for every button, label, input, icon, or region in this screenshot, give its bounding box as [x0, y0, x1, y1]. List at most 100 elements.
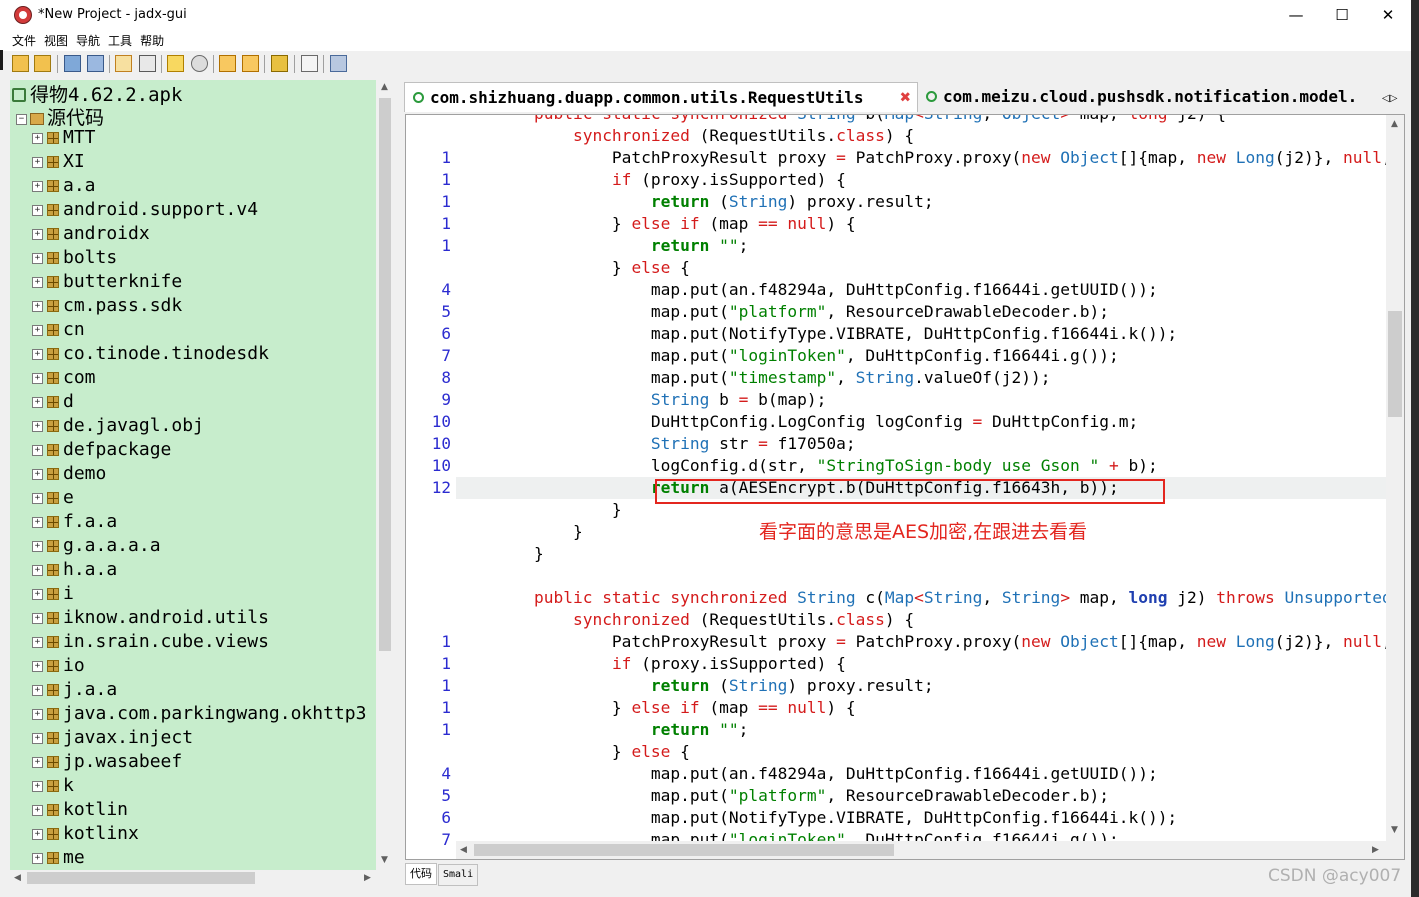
- log-viewer-icon[interactable]: [301, 55, 318, 72]
- tree-vscroll-thumb[interactable]: [379, 98, 391, 651]
- close-window-button[interactable]: ✕: [1365, 0, 1411, 30]
- tree-package-item[interactable]: + android.support.v4: [32, 198, 258, 222]
- scroll-up-icon[interactable]: ▲: [1391, 119, 1398, 129]
- expand-icon[interactable]: +: [32, 685, 43, 696]
- minimize-button[interactable]: —: [1273, 0, 1319, 30]
- collapse-icon[interactable]: −: [16, 114, 27, 125]
- menu-view[interactable]: 视图: [40, 31, 72, 52]
- scroll-down-icon[interactable]: ▼: [1391, 825, 1398, 835]
- save-all-icon[interactable]: [64, 55, 81, 72]
- tree-package-item[interactable]: + XI: [32, 150, 85, 174]
- tree-package-item[interactable]: + h.a.a: [32, 558, 117, 582]
- tab-request-utils[interactable]: com.shizhuang.duapp.common.utils.Request…: [404, 82, 918, 112]
- expand-icon[interactable]: +: [32, 301, 43, 312]
- close-tab-icon[interactable]: ✖: [900, 83, 911, 113]
- expand-icon[interactable]: +: [32, 349, 43, 360]
- search-class-icon[interactable]: [191, 55, 208, 72]
- tree-package-item[interactable]: + me: [32, 846, 85, 870]
- tree-package-item[interactable]: + iknow.android.utils: [32, 606, 269, 630]
- preferences-icon[interactable]: [330, 55, 347, 72]
- expand-icon[interactable]: +: [32, 157, 43, 168]
- tree-package-item[interactable]: + com: [32, 366, 96, 390]
- tab-meizu-notification-model[interactable]: com.meizu.cloud.pushsdk.notification.mod…: [920, 82, 1378, 112]
- scroll-right-icon[interactable]: ▶: [1372, 845, 1379, 855]
- tree-package-item[interactable]: + cm.pass.sdk: [32, 294, 182, 318]
- tree-package-item[interactable]: + kotlin: [32, 798, 128, 822]
- expand-icon[interactable]: +: [32, 661, 43, 672]
- tree-package-item[interactable]: + f.a.a: [32, 510, 117, 534]
- expand-icon[interactable]: +: [32, 421, 43, 432]
- tree-package-item[interactable]: + cn: [32, 318, 85, 342]
- tree-package-item[interactable]: + a.a: [32, 174, 96, 198]
- expand-icon[interactable]: +: [32, 781, 43, 792]
- tab-smali[interactable]: Smali: [438, 864, 479, 886]
- expand-icon[interactable]: +: [32, 757, 43, 768]
- code-vertical-scrollbar[interactable]: ▲ ▼: [1386, 115, 1404, 841]
- expand-icon[interactable]: +: [32, 829, 43, 840]
- flatten-packages-icon[interactable]: [139, 55, 156, 72]
- expand-icon[interactable]: +: [32, 253, 43, 264]
- tree-node-source-code[interactable]: − 源代码: [16, 103, 104, 129]
- expand-icon[interactable]: +: [32, 445, 43, 456]
- expand-icon[interactable]: +: [32, 205, 43, 216]
- expand-icon[interactable]: +: [32, 589, 43, 600]
- maximize-button[interactable]: ☐: [1319, 0, 1365, 30]
- expand-icon[interactable]: +: [32, 853, 43, 864]
- tree-package-item[interactable]: + androidx: [32, 222, 150, 246]
- tree-package-item[interactable]: + MTT: [32, 126, 96, 150]
- expand-icon[interactable]: +: [32, 613, 43, 624]
- tree-package-item[interactable]: + i: [32, 582, 74, 606]
- code-hscroll-thumb[interactable]: [474, 844, 894, 856]
- project-tree[interactable]: 得物4.62.2.apk − 源代码 + MTT + XI + a.a + android.su…: [10, 80, 376, 870]
- scroll-left-icon[interactable]: ◀: [14, 873, 21, 883]
- expand-icon[interactable]: +: [32, 805, 43, 816]
- tab-scroll-arrows-icon[interactable]: ◁▷: [1382, 93, 1397, 104]
- expand-icon[interactable]: +: [32, 733, 43, 744]
- expand-icon[interactable]: +: [32, 325, 43, 336]
- expand-icon[interactable]: +: [32, 373, 43, 384]
- expand-icon[interactable]: +: [32, 517, 43, 528]
- tree-package-item[interactable]: + bolts: [32, 246, 117, 270]
- expand-icon[interactable]: +: [32, 493, 43, 504]
- code-horizontal-scrollbar[interactable]: ◀ ▶: [456, 841, 1386, 859]
- tree-package-item[interactable]: + io: [32, 654, 85, 678]
- tree-package-item[interactable]: + demo: [32, 462, 106, 486]
- tree-package-item[interactable]: + javax.inject: [32, 726, 193, 750]
- scroll-up-icon[interactable]: ▲: [381, 82, 388, 92]
- open-file-icon[interactable]: [12, 55, 29, 72]
- scroll-left-icon[interactable]: ◀: [460, 845, 467, 855]
- search-text-icon[interactable]: [167, 55, 184, 72]
- menu-tools[interactable]: 工具: [104, 31, 136, 52]
- expand-icon[interactable]: +: [32, 181, 43, 192]
- expand-icon[interactable]: +: [32, 709, 43, 720]
- tree-package-item[interactable]: + g.a.a.a.a: [32, 534, 161, 558]
- sync-tree-icon[interactable]: [115, 55, 132, 72]
- tree-package-item[interactable]: + k: [32, 774, 74, 798]
- menu-file[interactable]: 文件: [8, 31, 40, 52]
- expand-icon[interactable]: +: [32, 637, 43, 648]
- tree-vertical-scrollbar[interactable]: ▲ ▼: [377, 80, 393, 870]
- tree-package-item[interactable]: + java.com.parkingwang.okhttp3: [32, 702, 366, 726]
- tree-package-item[interactable]: + de.javagl.obj: [32, 414, 204, 438]
- deobfuscation-icon[interactable]: [271, 55, 288, 72]
- tree-package-item[interactable]: + jp.wasabeef: [32, 750, 182, 774]
- expand-icon[interactable]: +: [32, 133, 43, 144]
- scroll-right-icon[interactable]: ▶: [364, 873, 371, 883]
- menu-navigation[interactable]: 导航: [72, 31, 104, 52]
- tree-hscroll-thumb[interactable]: [27, 872, 255, 884]
- tree-package-item[interactable]: + e: [32, 486, 74, 510]
- tree-package-item[interactable]: + d: [32, 390, 74, 414]
- expand-icon[interactable]: +: [32, 469, 43, 480]
- tree-package-item[interactable]: + defpackage: [32, 438, 171, 462]
- tree-package-item[interactable]: + in.srain.cube.views: [32, 630, 269, 654]
- tree-package-item[interactable]: + butterknife: [32, 270, 182, 294]
- tab-code[interactable]: 代码: [405, 863, 437, 885]
- menu-help[interactable]: 帮助: [136, 31, 168, 52]
- expand-icon[interactable]: +: [32, 397, 43, 408]
- add-files-icon[interactable]: [34, 55, 51, 72]
- expand-icon[interactable]: +: [32, 541, 43, 552]
- export-icon[interactable]: [87, 55, 104, 72]
- back-arrow-icon[interactable]: [219, 55, 236, 72]
- scroll-down-icon[interactable]: ▼: [381, 855, 388, 865]
- code-area[interactable]: public static synchronized String b(Map<…: [456, 115, 1386, 841]
